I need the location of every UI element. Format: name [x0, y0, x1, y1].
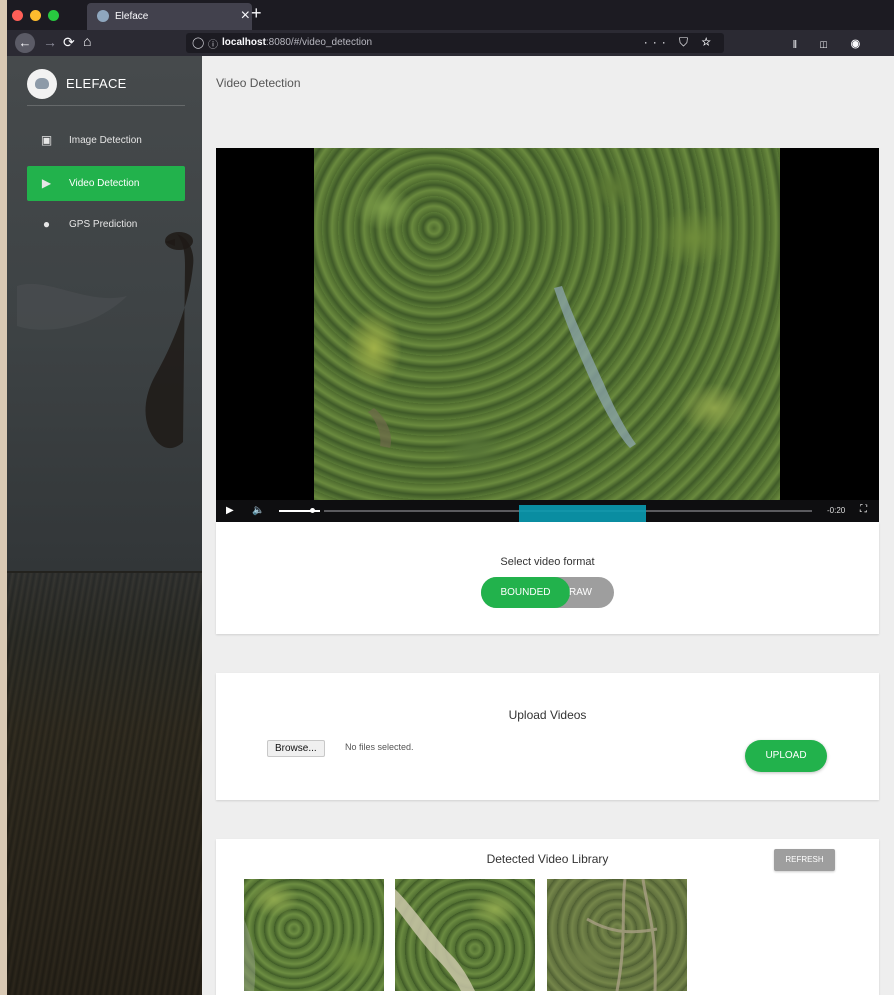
url-bar[interactable]: ◯ ⓘ localhost:8080/#/video_detection ···… [186, 33, 724, 53]
format-toggle[interactable]: BOUNDED RAW [481, 577, 614, 608]
elephant-favicon-icon [97, 10, 109, 22]
video-frame-stream [368, 286, 636, 448]
upload-button[interactable]: UPLOAD [745, 740, 827, 772]
location-pin-icon: ● [42, 217, 51, 231]
video-frame [314, 148, 780, 500]
video-thumbnail[interactable] [244, 879, 384, 991]
video-player[interactable]: ▶ 🔈 -0:20 ⛶ [216, 148, 879, 523]
home-icon[interactable]: ⌂ [83, 33, 91, 49]
browse-button[interactable]: Browse... [267, 740, 325, 757]
grass-background [7, 573, 202, 995]
upload-card: Upload Videos Browse... No files selecte… [216, 673, 879, 800]
volume-slider-handle[interactable] [309, 508, 315, 513]
main-content: Video Detection ▶ 🔈 -0:20 ⛶ Select video… [202, 56, 894, 995]
page-actions-icons[interactable]: ··· ⛉ ☆ [644, 35, 716, 50]
sidebar-item-video-detection[interactable]: ▶ Video Detection [27, 166, 185, 201]
sidebar-divider [27, 105, 185, 106]
seek-buffered-range [519, 505, 647, 523]
sidebar-item-label: Video Detection [69, 178, 140, 189]
format-option-raw[interactable]: RAW [569, 577, 592, 608]
sidebar: ELEFACE ▣ Image Detection ▶ Video Detect… [7, 56, 202, 995]
refresh-button[interactable]: REFRESH [774, 849, 835, 871]
url-text[interactable]: localhost:8080/#/video_detection [222, 37, 372, 48]
seek-bar[interactable] [324, 505, 812, 523]
page-title: Video Detection [216, 76, 301, 90]
play-icon[interactable]: ▶ [226, 505, 234, 516]
video-thumbnail[interactable] [395, 879, 535, 991]
sidebar-item-gps-prediction[interactable]: ● GPS Prediction [27, 207, 185, 242]
reload-icon[interactable]: ⟳ [63, 34, 75, 51]
brand-name: ELEFACE [66, 76, 127, 91]
url-path: :8080/#/video_detection [265, 37, 373, 48]
close-tab-icon[interactable]: × [241, 7, 250, 25]
upload-title: Upload Videos [508, 708, 587, 722]
maximize-window-icon[interactable] [48, 10, 59, 21]
library-card: Detected Video Library REFRESH [216, 839, 879, 995]
sidebar-item-label: Image Detection [69, 135, 142, 146]
browser-window: Eleface × + ← → ⟳ ⌂ ◯ ⓘ localhost:8080/#… [7, 0, 894, 995]
time-remaining: -0:20 [827, 506, 846, 515]
video-controls: ▶ 🔈 -0:20 ⛶ [216, 500, 879, 523]
fullscreen-icon[interactable]: ⛶ [860, 504, 867, 515]
new-tab-icon[interactable]: + [251, 3, 262, 24]
back-arrow-icon[interactable]: ← [15, 33, 35, 53]
format-label: Select video format [500, 556, 595, 568]
close-window-icon[interactable] [12, 10, 23, 21]
video-library-icon: ▶ [41, 176, 52, 190]
elephant-logo-icon [27, 69, 57, 99]
format-card: Select video format BOUNDED RAW [216, 522, 879, 634]
tab-strip: Eleface × + [7, 0, 894, 30]
tab-title: Eleface [115, 11, 149, 22]
browser-tab[interactable]: Eleface × [87, 3, 252, 30]
volume-icon[interactable]: 🔈 [252, 505, 264, 516]
image-icon: ▣ [40, 133, 53, 147]
forward-arrow-icon[interactable]: → [43, 34, 57, 50]
file-status: No files selected. [345, 742, 414, 752]
sidebar-item-label: GPS Prediction [69, 219, 138, 230]
url-host: localhost [222, 37, 266, 48]
format-option-bounded[interactable]: BOUNDED [481, 577, 570, 608]
site-info-icon[interactable]: ⓘ [208, 36, 218, 51]
tracking-shield-icon[interactable]: ◯ [192, 36, 204, 49]
video-thumbnail[interactable] [547, 879, 687, 991]
sidebar-item-image-detection[interactable]: ▣ Image Detection [27, 123, 185, 158]
minimize-window-icon[interactable] [30, 10, 41, 21]
browser-nav-bar: ← → ⟳ ⌂ ◯ ⓘ localhost:8080/#/video_detec… [7, 30, 894, 70]
